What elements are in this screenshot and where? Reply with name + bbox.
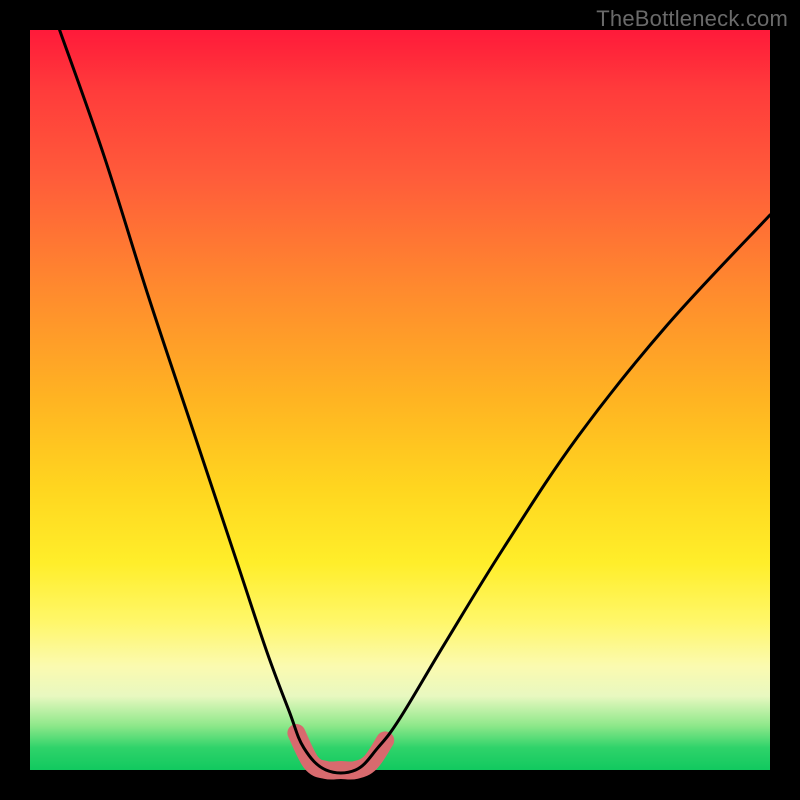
plot-area (30, 30, 770, 770)
chart-frame: TheBottleneck.com (0, 0, 800, 800)
trough-highlight-path (296, 733, 385, 771)
bottleneck-curve-path (60, 30, 770, 773)
curve-layer (30, 30, 770, 770)
watermark-text: TheBottleneck.com (596, 6, 788, 32)
